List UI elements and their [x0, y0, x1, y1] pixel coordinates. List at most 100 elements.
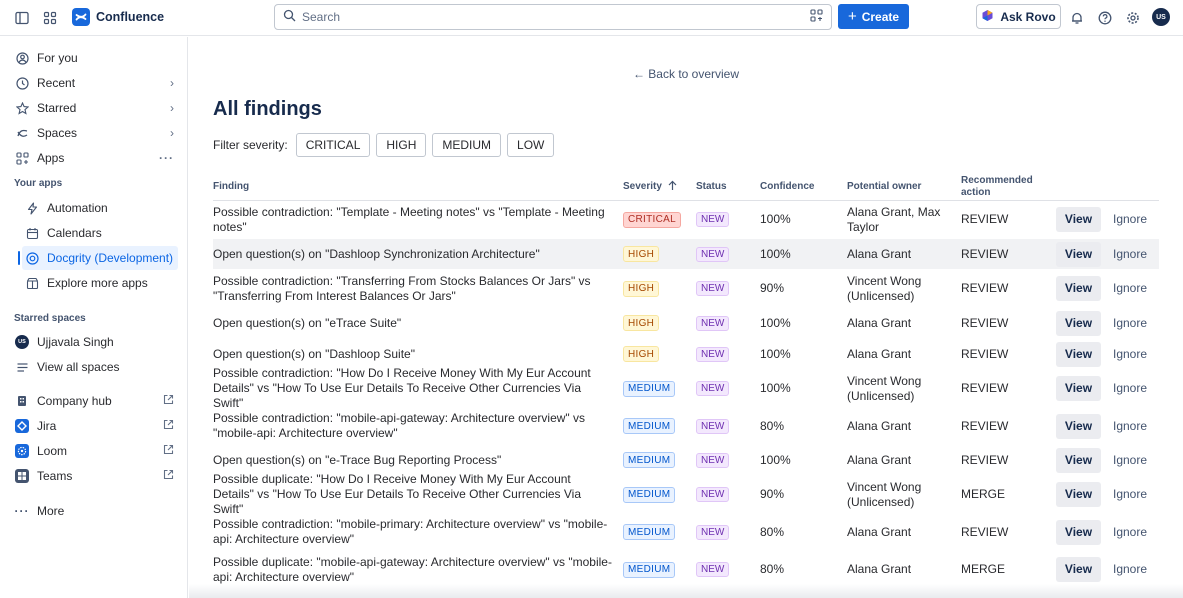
user-circle-icon [15, 51, 29, 65]
sidebar-toggle-icon[interactable] [14, 10, 30, 26]
ignore-button[interactable]: Ignore [1113, 514, 1147, 550]
sidebar-item-starred[interactable]: Starred › [12, 96, 178, 120]
ignore-button[interactable]: Ignore [1113, 445, 1147, 475]
ignore-button[interactable]: Ignore [1113, 239, 1147, 269]
view-button[interactable]: View [1056, 376, 1101, 401]
more-options-icon[interactable]: ··· [159, 151, 174, 165]
ignore-button[interactable]: Ignore [1113, 339, 1147, 369]
column-severity[interactable]: Severity [623, 173, 677, 201]
search-filter-icon[interactable] [810, 9, 823, 25]
status-badge: NEW [696, 381, 730, 396]
status-cell: NEW [696, 476, 730, 513]
view-button[interactable]: View [1056, 482, 1101, 507]
view-button[interactable]: View [1056, 341, 1101, 367]
table-row[interactable]: Possible contradiction: "Transferring Fr… [213, 270, 1159, 308]
sidebar-item-label: Calendars [47, 226, 102, 240]
severity-cell: MEDIUM [623, 408, 676, 444]
table-row[interactable]: Possible contradiction: "Template - Meet… [213, 201, 1159, 239]
view-button[interactable]: View [1056, 310, 1101, 336]
table-row[interactable]: Possible contradiction: "How Do I Receiv… [213, 366, 1159, 410]
owner-name: Vincent Wong (Unlicensed) [847, 273, 922, 303]
table-row[interactable]: Open question(s) on "eTrace Suite" HIGH NE… [213, 308, 1159, 339]
view-cell: View [1056, 239, 1101, 269]
owner-name: Vincent Wong (Unlicensed) [847, 479, 922, 509]
ignore-button[interactable]: Ignore [1113, 476, 1147, 513]
confidence-value: 80% [760, 562, 785, 576]
help-icon[interactable] [1097, 10, 1113, 26]
severity-badge: HIGH [623, 346, 660, 362]
ignore-button[interactable]: Ignore [1113, 408, 1147, 444]
view-button[interactable]: View [1056, 241, 1101, 267]
apps-grid-icon [15, 151, 29, 165]
sidebar-item-recent[interactable]: Recent › [12, 71, 178, 95]
sidebar-item-more[interactable]: ··· More [12, 499, 178, 523]
table-row[interactable]: Possible duplicate: "How Do I Receive Mo… [213, 472, 1159, 516]
view-button[interactable]: View [1056, 207, 1101, 232]
sidebar-space-ujjavala[interactable]: US Ujjavala Singh [12, 330, 178, 354]
view-cell: View [1056, 408, 1101, 444]
column-status: Status [696, 181, 727, 192]
status-cell: NEW [696, 551, 730, 588]
view-button[interactable]: View [1056, 276, 1101, 301]
notifications-bell-icon[interactable] [1069, 10, 1085, 26]
back-to-overview-link[interactable]: ← Back to overview [189, 67, 1183, 81]
filter-high-button[interactable]: HIGH [376, 133, 427, 157]
severity-badge: HIGH [623, 280, 660, 297]
sidebar-item-teams[interactable]: Teams [12, 464, 178, 488]
recommended-action: REVIEW [961, 381, 1009, 395]
sidebar-app-calendars[interactable]: Calendars [22, 221, 178, 245]
view-button[interactable]: View [1056, 447, 1101, 473]
ask-rovo-button[interactable]: Ask Rovo [976, 4, 1061, 29]
ignore-button[interactable]: Ignore [1113, 370, 1147, 407]
view-cell: View [1056, 270, 1101, 307]
sidebar-app-automation[interactable]: Automation [22, 196, 178, 220]
view-button[interactable]: View [1056, 557, 1101, 582]
severity-badge: MEDIUM [623, 452, 676, 468]
ignore-button[interactable]: Ignore [1113, 551, 1147, 588]
filter-critical-button[interactable]: CRITICAL [295, 133, 371, 157]
sidebar-app-explore[interactable]: Explore more apps [22, 271, 178, 295]
table-row[interactable]: Possible contradiction: "mobile-primary:… [213, 514, 1159, 551]
sidebar-item-spaces[interactable]: Spaces › [12, 121, 178, 145]
table-row[interactable]: Open question(s) on "Dashloop Synchroniz… [213, 239, 1159, 270]
ignore-button[interactable]: Ignore [1113, 270, 1147, 307]
filter-medium-button[interactable]: MEDIUM [432, 133, 502, 157]
view-button[interactable]: View [1056, 519, 1101, 545]
filter-label: Filter severity: [213, 138, 288, 152]
table-row[interactable]: Possible contradiction: "mobile-api-gate… [213, 408, 1159, 445]
sidebar-item-company-hub[interactable]: Company hub [12, 389, 178, 413]
sidebar-view-all-spaces[interactable]: View all spaces [12, 355, 178, 379]
space-avatar: US [15, 335, 29, 349]
status-badge: NEW [696, 315, 730, 331]
app-switcher-icon[interactable] [42, 10, 58, 26]
ignore-button[interactable]: Ignore [1113, 308, 1147, 338]
confluence-home-link[interactable]: Confluence [72, 8, 164, 26]
sidebar-item-loom[interactable]: Loom [12, 439, 178, 463]
scroll-shadow [189, 584, 1183, 598]
sidebar-item-for-you[interactable]: For you [12, 46, 178, 70]
severity-cell: HIGH [623, 270, 660, 307]
finding-text: Possible contradiction: "mobile-primary:… [213, 517, 608, 546]
view-button[interactable]: View [1056, 413, 1101, 439]
search-input[interactable]: Search [274, 4, 832, 30]
finding-text: Possible duplicate: "How Do I Receive Mo… [213, 472, 581, 516]
owner-name: Alana Grant, Max Taylor [847, 204, 941, 234]
ignore-button[interactable]: Ignore [1113, 201, 1147, 238]
sidebar-item-apps[interactable]: Apps ··· [12, 146, 178, 170]
view-cell: View [1056, 551, 1101, 588]
external-link-icon [163, 394, 174, 408]
severity-badge: MEDIUM [623, 418, 676, 434]
sidebar-item-label: Docgrity (Development) [47, 251, 174, 265]
recommended-action: REVIEW [961, 281, 1009, 295]
settings-gear-icon[interactable] [1125, 10, 1141, 26]
table-body: Possible contradiction: "Template - Meet… [213, 201, 1159, 589]
user-avatar[interactable]: US [1152, 8, 1170, 26]
sidebar-item-jira[interactable]: Jira [12, 414, 178, 438]
status-cell: NEW [696, 339, 730, 369]
column-confidence: Confidence [760, 181, 815, 192]
severity-badge: MEDIUM [623, 486, 676, 503]
sidebar-app-docgrity[interactable]: Docgrity (Development) [18, 246, 178, 270]
create-button[interactable]: + Create [838, 4, 909, 29]
more-dots-icon: ··· [14, 504, 30, 518]
filter-low-button[interactable]: LOW [507, 133, 555, 157]
